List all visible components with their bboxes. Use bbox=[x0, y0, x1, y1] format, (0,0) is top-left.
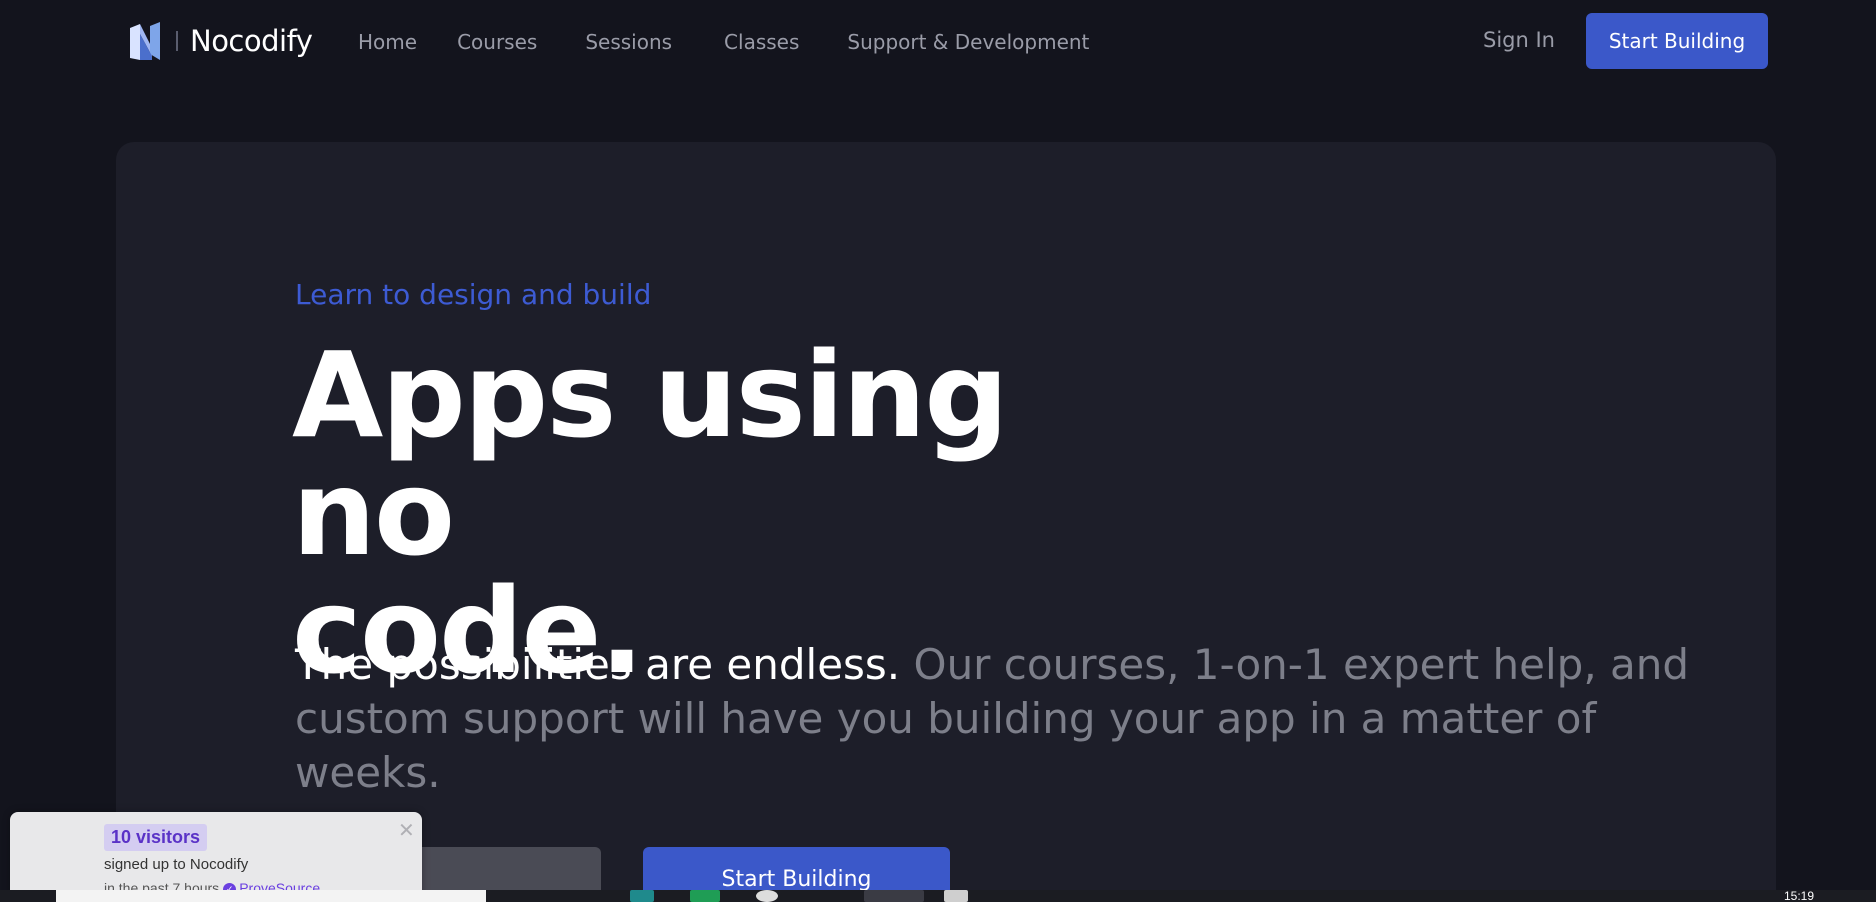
hero-headline: Apps using no code. bbox=[292, 336, 1192, 690]
taskbar-search-box[interactable] bbox=[56, 890, 486, 902]
spreadsheet-app-icon[interactable] bbox=[690, 890, 720, 902]
logo-divider bbox=[176, 31, 178, 51]
nav-link-courses[interactable]: Courses bbox=[457, 30, 537, 54]
nocodify-logo-icon bbox=[130, 22, 160, 60]
close-icon[interactable]: ✕ bbox=[398, 818, 415, 842]
nav-links: Home Courses Sessions Classes Support & … bbox=[358, 28, 1129, 56]
popup-message: signed up to Nocodify bbox=[104, 856, 249, 873]
nav-link-sessions[interactable]: Sessions bbox=[585, 30, 672, 54]
hero-subtitle: The possibilities are endless. Our cours… bbox=[295, 638, 1695, 800]
start-building-nav-button[interactable]: Start Building bbox=[1586, 13, 1768, 69]
social-proof-popup[interactable]: 10 visitors ✕ signed up to Nocodify in t… bbox=[10, 812, 422, 902]
brand-name: Nocodify bbox=[190, 24, 313, 58]
brand-logo[interactable]: Nocodify bbox=[128, 20, 313, 62]
nav-link-support[interactable]: Support & Development bbox=[847, 30, 1089, 54]
taskbar-clock: 15:19 bbox=[1784, 889, 1815, 902]
sign-in-link[interactable]: Sign In bbox=[1483, 28, 1555, 52]
active-app-icon[interactable] bbox=[864, 890, 924, 902]
os-taskbar: 15:19 bbox=[0, 889, 1876, 902]
top-nav: Nocodify Home Courses Sessions Classes S… bbox=[0, 0, 1876, 84]
nav-link-home[interactable]: Home bbox=[358, 30, 417, 54]
subtitle-lead: The possibilities are endless. bbox=[295, 640, 901, 689]
visitor-count-badge: 10 visitors bbox=[104, 824, 208, 851]
hero-eyebrow: Learn to design and build bbox=[295, 278, 652, 311]
file-app-icon[interactable] bbox=[944, 890, 968, 902]
nav-link-classes[interactable]: Classes bbox=[724, 30, 799, 54]
chrome-app-icon[interactable] bbox=[756, 890, 778, 902]
edge-app-icon[interactable] bbox=[630, 890, 654, 902]
headline-line-1: Apps using no bbox=[292, 326, 1009, 582]
